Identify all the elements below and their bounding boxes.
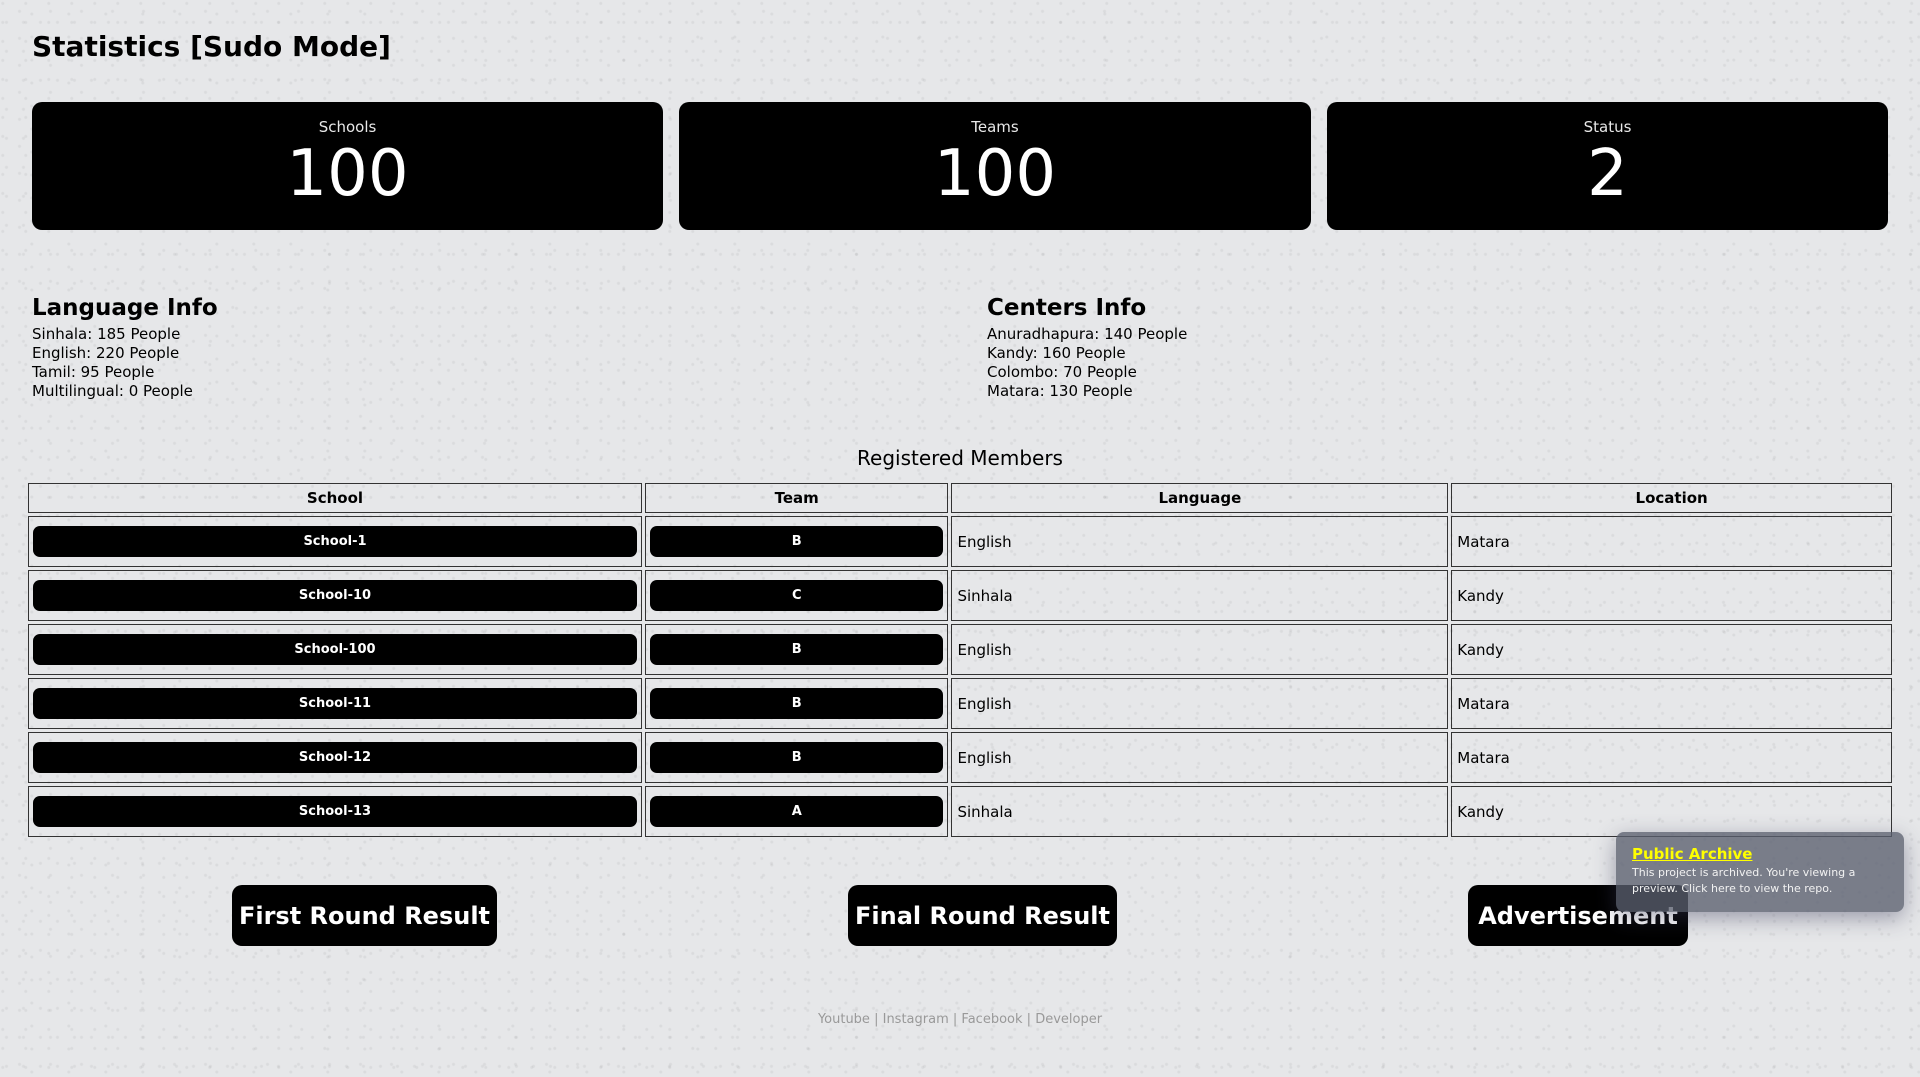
location-cell: Kandy [1451,570,1892,621]
language-cell: Sinhala [951,570,1449,621]
public-archive-toast[interactable]: Public Archive This project is archived.… [1616,832,1904,912]
stat-value: 100 [933,137,1057,211]
school-button[interactable]: School-13 [33,796,637,827]
centers-info-row: Kandy: 160 People [987,344,1126,362]
stat-value: 2 [1587,137,1628,211]
centers-info-row: Colombo: 70 People [987,363,1137,381]
centers-info-row: Anuradhapura: 140 People [987,325,1188,343]
footer-link-instagram[interactable]: Instagram [883,1012,949,1027]
team-button[interactable]: B [649,634,944,665]
table-row: School-100 B English Kandy [28,624,1892,675]
table-row: School-1 B English Matara [28,516,1892,567]
members-table: School Team Language Location School-1 B… [25,480,1895,840]
public-archive-message: This project is archived. You're viewing… [1632,866,1856,895]
language-info-row: Sinhala: 185 People [32,325,181,343]
language-info: Language Info Sinhala: 185 People Englis… [32,294,218,401]
language-cell: English [951,732,1449,783]
stat-card-status: Status 2 [1327,102,1888,230]
language-cell: Sinhala [951,786,1449,837]
table-caption: Registered Members [857,446,1063,470]
school-button[interactable]: School-10 [33,580,637,611]
final-round-result-button[interactable]: Final Round Result [848,885,1117,946]
school-button[interactable]: School-100 [33,634,637,665]
stat-label: Status [1583,118,1632,136]
language-info-row: Multilingual: 0 People [32,382,193,400]
location-cell: Matara [1451,516,1892,567]
language-cell: English [951,516,1449,567]
table-header-row: School Team Language Location [28,483,1892,513]
language-info-row: English: 220 People [32,344,180,362]
footer-separator: | [952,1012,958,1027]
column-header-school: School [28,483,642,513]
stat-card-schools: Schools 100 [32,102,663,230]
school-button[interactable]: School-11 [33,688,637,719]
table-row: School-11 B English Matara [28,678,1892,729]
language-info-title: Language Info [32,295,218,321]
centers-info-title: Centers Info [987,295,1147,321]
footer-separator: | [874,1012,879,1027]
table-row: School-12 B English Matara [28,732,1892,783]
column-header-location: Location [1451,483,1892,513]
team-button[interactable]: C [649,580,944,611]
language-cell: English [951,678,1449,729]
language-info-row: Tamil: 95 People [32,363,155,381]
footer-link-youtube[interactable]: Youtube [818,1012,870,1027]
location-cell: Kandy [1451,624,1892,675]
location-cell: Kandy [1451,786,1892,837]
stat-label: Schools [318,118,377,136]
footer-separator: | [1026,1012,1032,1027]
stat-value: 100 [286,137,409,211]
page-title: Statistics [Sudo Mode] [32,30,391,63]
footer-links: Youtube | Instagram | Facebook | Develop… [0,1012,1920,1027]
school-button[interactable]: School-1 [33,526,637,557]
stat-card-teams: Teams 100 [679,102,1311,230]
location-cell: Matara [1451,678,1892,729]
team-button[interactable]: B [649,526,944,557]
footer-link-developer[interactable]: Developer [1035,1012,1102,1027]
table-row: School-13 A Sinhala Kandy [28,786,1892,837]
stat-label: Teams [971,118,1019,136]
team-button[interactable]: B [649,742,944,773]
language-cell: English [951,624,1449,675]
centers-info-row: Matara: 130 People [987,382,1133,400]
footer-link-facebook[interactable]: Facebook [961,1012,1022,1027]
column-header-language: Language [951,483,1449,513]
team-button[interactable]: A [649,796,944,827]
first-round-result-button[interactable]: First Round Result [232,885,497,946]
team-button[interactable]: B [649,688,944,719]
table-row: School-10 C Sinhala Kandy [28,570,1892,621]
centers-info: Centers Info Anuradhapura: 140 People Ka… [987,294,1187,401]
column-header-team: Team [644,483,949,513]
public-archive-link[interactable]: Public Archive [1632,845,1888,863]
location-cell: Matara [1451,732,1892,783]
school-button[interactable]: School-12 [33,742,637,773]
